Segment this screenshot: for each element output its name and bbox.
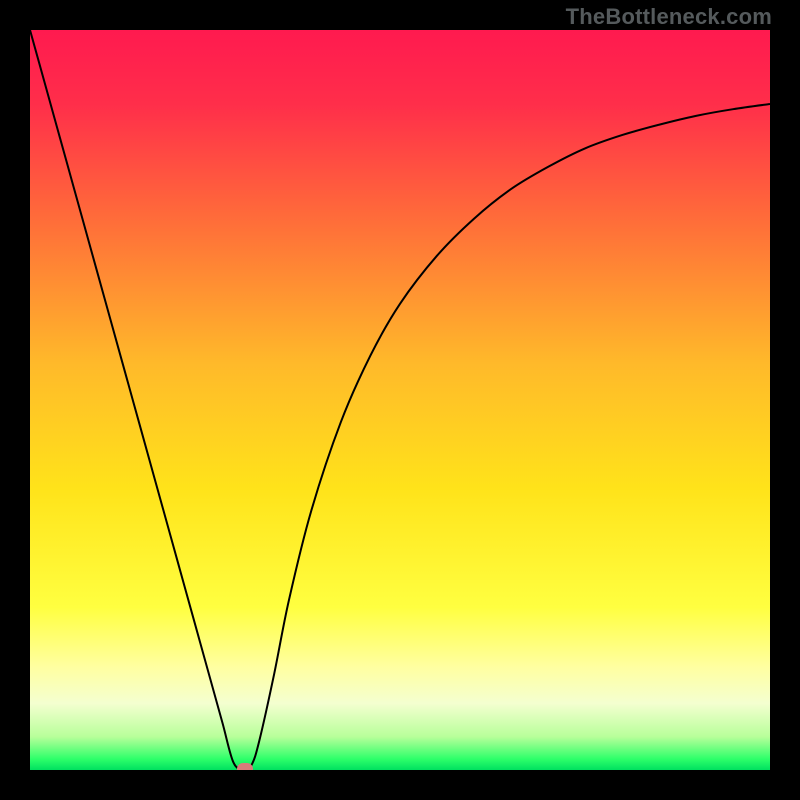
watermark-label: TheBottleneck.com xyxy=(566,4,772,30)
curve-layer xyxy=(30,30,770,770)
chart-stage: TheBottleneck.com xyxy=(0,0,800,800)
bottleneck-curve xyxy=(30,30,770,770)
plot-area xyxy=(30,30,770,770)
minimum-marker xyxy=(237,763,253,770)
